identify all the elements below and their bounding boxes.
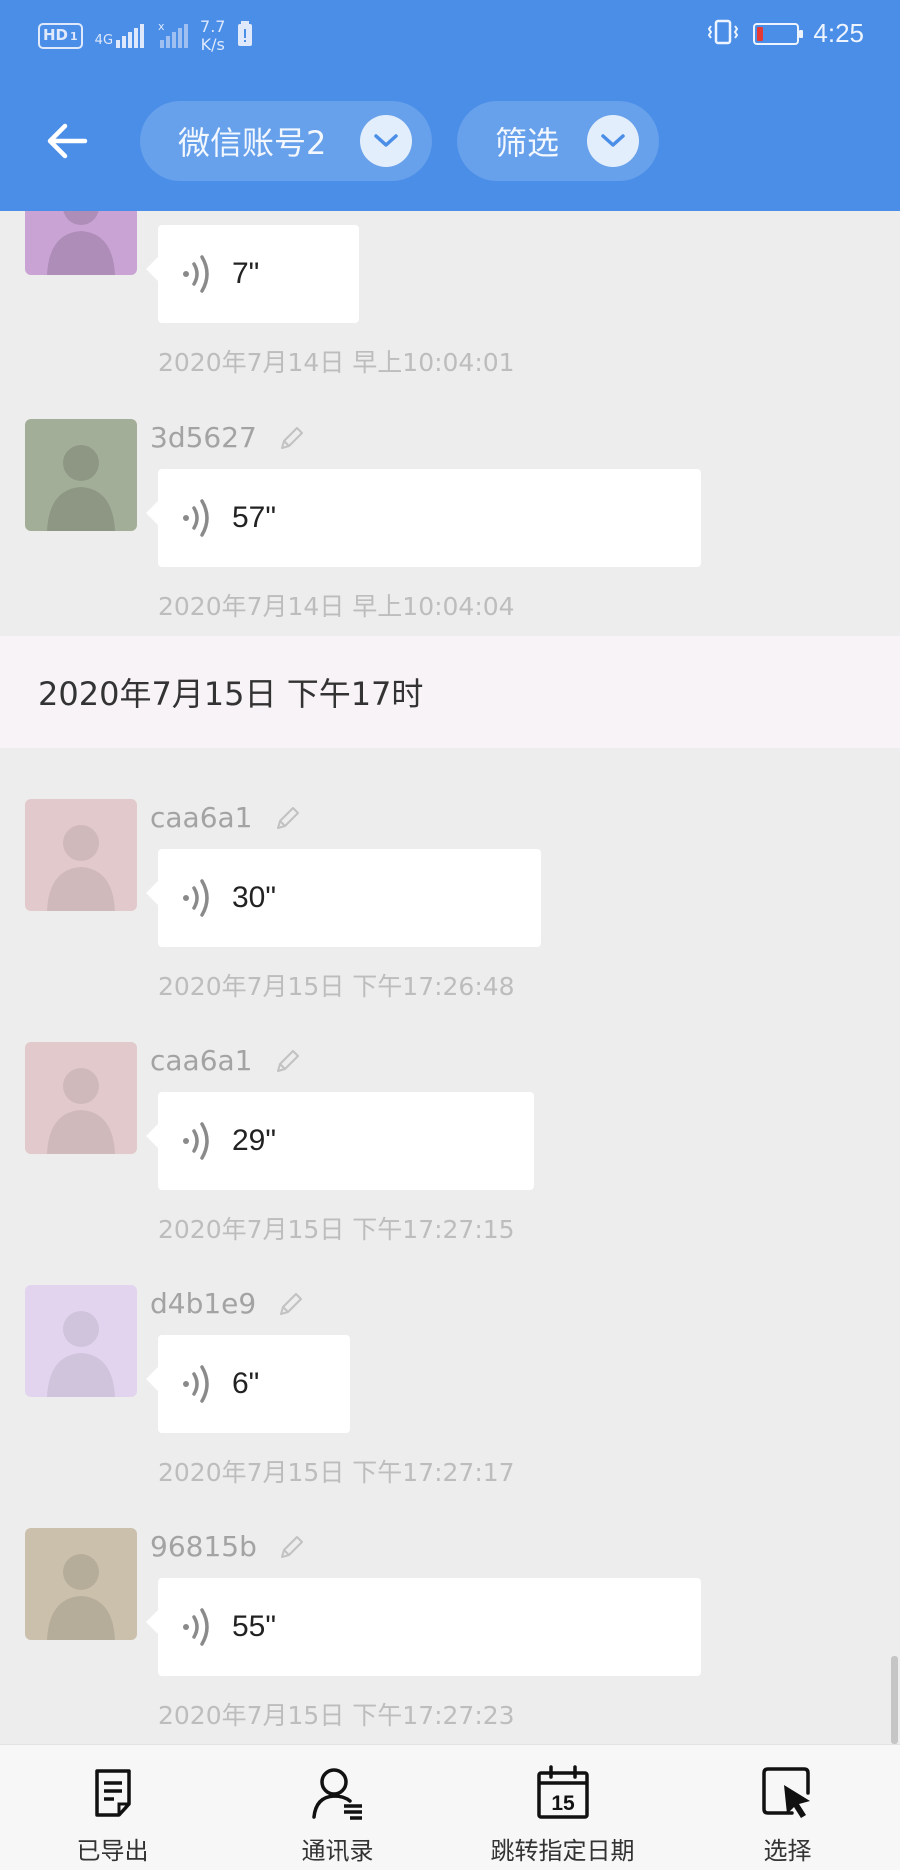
back-button[interactable] (42, 116, 92, 166)
person-icon (47, 825, 115, 911)
avatar[interactable] (25, 211, 137, 275)
sender-label: caa6a1 (150, 1044, 253, 1077)
status-right: 4:25 (707, 18, 864, 49)
pencil-icon[interactable] (273, 1046, 303, 1076)
sender-label: 3d5627 (150, 421, 257, 454)
person-icon (47, 445, 115, 531)
voice-duration: 7" (232, 257, 260, 290)
contacts-icon (311, 1768, 362, 1820)
exported-button[interactable]: 已导出 (0, 1745, 225, 1870)
date-separator: 2020年7月15日 下午17时 (0, 636, 900, 748)
message-timestamp: 2020年7月14日 早上10:04:01 (158, 348, 515, 377)
net-speed: 7.7 K/s (200, 18, 225, 54)
filter-label: 筛选 (495, 124, 560, 162)
voice-bubble[interactable]: 30" (146, 849, 541, 947)
avatar[interactable] (25, 1042, 137, 1154)
voice-duration: 6" (232, 1367, 260, 1400)
net-speed-value: 7.7 (200, 17, 226, 36)
sender-name: 3d5627 (150, 421, 307, 454)
sender-name: caa6a1 (150, 801, 303, 834)
avatar[interactable] (25, 419, 137, 531)
message-timestamp: 2020年7月15日 下午17:27:23 (158, 1701, 515, 1730)
voice-wave-icon (183, 1122, 209, 1160)
sender-name: d4b1e9 (150, 1287, 306, 1320)
voice-wave-icon (183, 1365, 209, 1403)
status-left: HD 1 4G x 7.7 K/s (38, 18, 253, 54)
voice-duration: 30" (232, 881, 277, 914)
avatar[interactable] (25, 799, 137, 911)
person-icon (47, 211, 115, 275)
pencil-icon[interactable] (277, 1532, 307, 1562)
vibrate-icon (707, 19, 739, 49)
voice-bubble[interactable]: 55" (146, 1578, 701, 1676)
arrow-left-icon (47, 123, 88, 159)
voice-bubble[interactable]: 7" (146, 225, 359, 323)
contacts-button[interactable]: 通讯录 (225, 1745, 450, 1870)
message-timestamp: 2020年7月15日 下午17:26:48 (158, 972, 515, 1001)
voice-wave-icon (183, 255, 209, 293)
bottom-toolbar: 已导出 通讯录 15 跳转指定日期 选择 (0, 1744, 900, 1870)
person-icon (47, 1068, 115, 1154)
person-icon (47, 1311, 115, 1397)
jump-to-date-button[interactable]: 15 跳转指定日期 (450, 1745, 675, 1870)
voice-wave-icon (183, 1608, 209, 1646)
hd-indicator: HD 1 (38, 23, 83, 49)
voice-bubble[interactable]: 6" (146, 1335, 350, 1433)
voice-wave-icon (183, 499, 209, 537)
document-icon (94, 1769, 131, 1817)
sender-name: caa6a1 (150, 1044, 303, 1077)
signal-2-icon: x (158, 20, 189, 52)
sender-label: 96815b (150, 1530, 257, 1563)
scrollbar[interactable] (891, 1656, 898, 1744)
calendar-icon: 15 (536, 1765, 589, 1819)
status-bar: HD 1 4G x 7.7 K/s 4:25 (0, 0, 900, 72)
sender-label: d4b1e9 (150, 1287, 257, 1320)
top-app-bar: HD 1 4G x 7.7 K/s 4:25 微信账号2 筛选 (0, 0, 900, 211)
filter-selector[interactable]: 筛选 (457, 101, 659, 181)
account-selector[interactable]: 微信账号2 (140, 101, 432, 181)
message-timestamp: 2020年7月15日 下午17:27:17 (158, 1458, 515, 1487)
voice-bubble[interactable]: 57" (146, 469, 701, 567)
net-speed-unit: K/s (200, 35, 225, 54)
message-timestamp: 2020年7月15日 下午17:27:15 (158, 1215, 515, 1244)
voice-duration: 29" (232, 1124, 277, 1157)
pencil-icon[interactable] (277, 423, 307, 453)
contacts-label: 通讯录 (301, 1837, 374, 1865)
voice-duration: 57" (232, 501, 277, 534)
chevron-down-icon (360, 115, 412, 167)
pencil-icon[interactable] (276, 1289, 306, 1319)
avatar[interactable] (25, 1528, 137, 1640)
calendar-day: 15 (551, 1792, 575, 1815)
voice-bubble[interactable]: 29" (146, 1092, 534, 1190)
sender-name: 96815b (150, 1530, 307, 1563)
person-icon (47, 1554, 115, 1640)
select-label: 选择 (763, 1837, 812, 1865)
voice-duration: 55" (232, 1610, 277, 1643)
battery-icon (753, 22, 804, 45)
sim-alert-icon (237, 21, 253, 51)
svg-text:x: x (158, 20, 165, 33)
exported-label: 已导出 (76, 1837, 149, 1865)
account-label: 微信账号2 (178, 124, 327, 162)
status-time: 4:25 (813, 18, 864, 48)
signal-icon: 4G (95, 24, 146, 48)
network-type: 4G (94, 33, 114, 48)
avatar[interactable] (25, 1285, 137, 1397)
select-button[interactable]: 选择 (675, 1745, 900, 1870)
select-cursor-icon (761, 1767, 810, 1818)
chevron-down-icon (587, 115, 639, 167)
sender-label: caa6a1 (150, 801, 253, 834)
message-feed[interactable]: 7" 2020年7月14日 早上10:04:01 3d5627 57" 2020… (0, 211, 900, 1744)
pencil-icon[interactable] (273, 803, 303, 833)
jump-to-date-label: 跳转指定日期 (490, 1837, 635, 1865)
voice-wave-icon (183, 879, 209, 917)
message-timestamp: 2020年7月14日 早上10:04:04 (158, 592, 515, 621)
